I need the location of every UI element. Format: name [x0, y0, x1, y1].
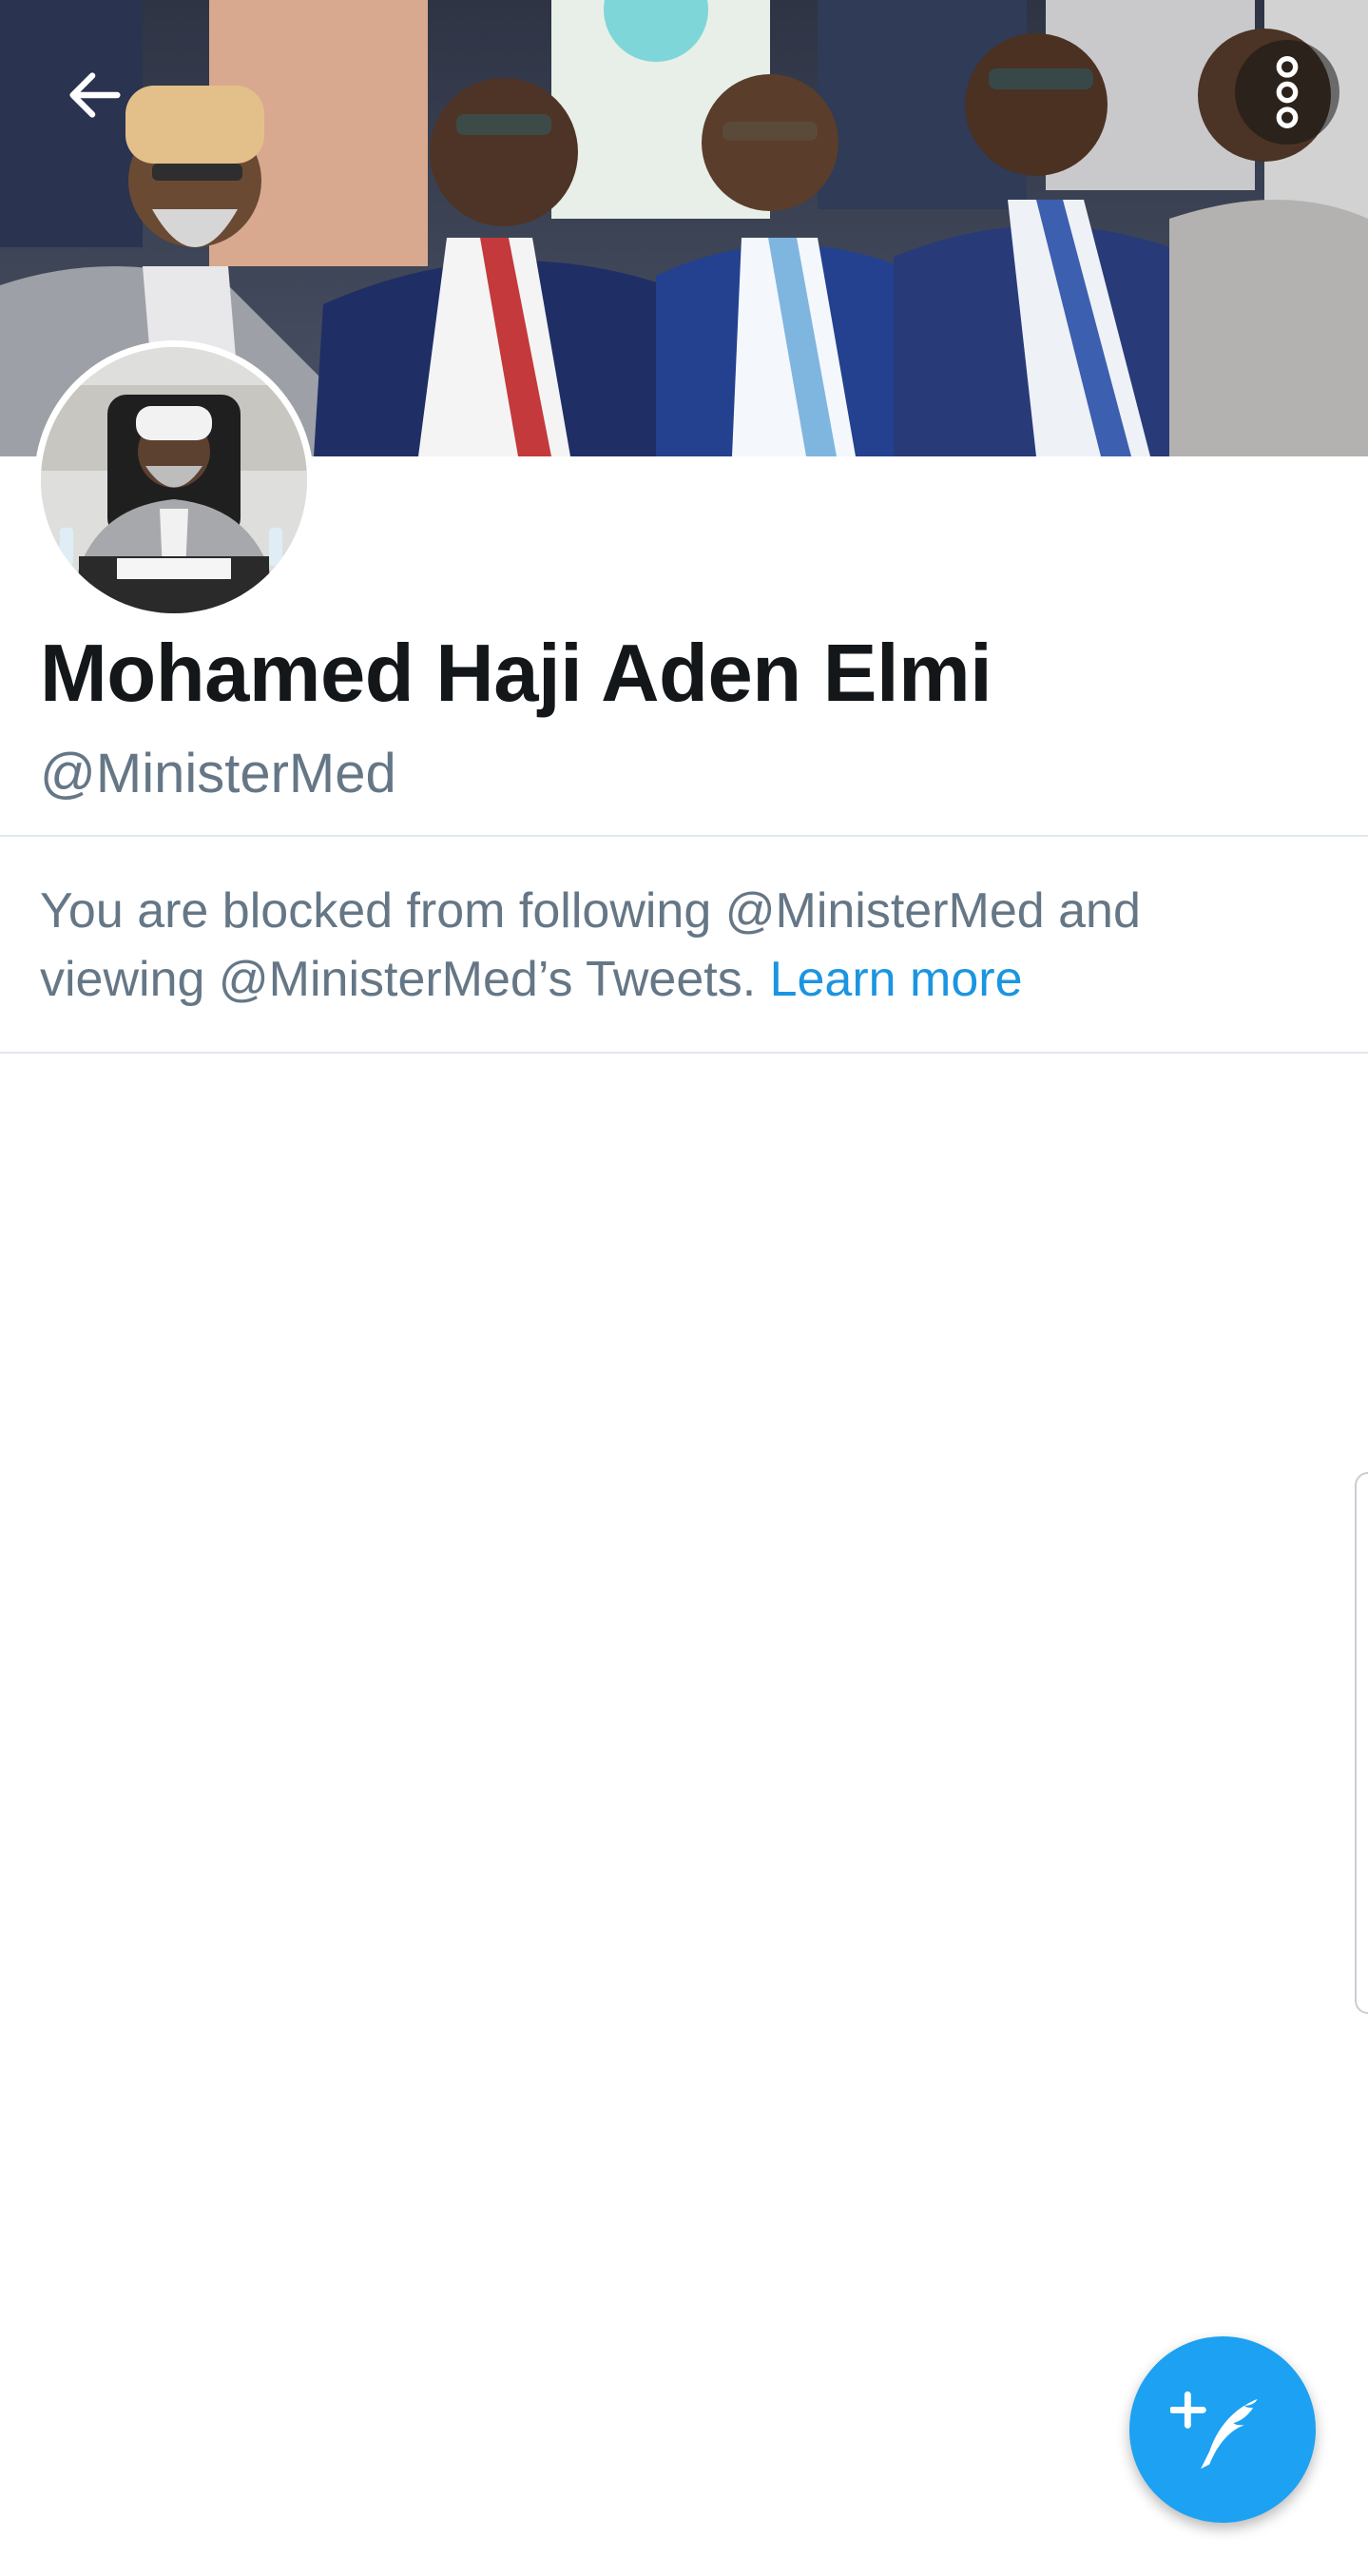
arrow-left-icon [69, 72, 121, 118]
profile-handle: @MinisterMed [40, 743, 396, 804]
learn-more-link[interactable]: Learn more [770, 952, 1023, 1007]
avatar-photo [41, 347, 307, 613]
scroll-indicator[interactable] [1355, 1472, 1368, 2014]
compose-tweet-icon [1170, 2391, 1258, 2469]
divider [0, 1052, 1368, 1054]
profile-display-name: Mohamed Haji Aden Elmi [40, 629, 992, 719]
more-vertical-icon [1276, 56, 1299, 128]
back-button[interactable] [49, 49, 141, 141]
compose-tweet-button[interactable] [1129, 2336, 1316, 2523]
divider [0, 835, 1368, 837]
more-options-button[interactable] [1235, 40, 1339, 145]
blocked-notice: You are blocked from following @Minister… [40, 877, 1304, 1014]
profile-avatar[interactable] [34, 340, 314, 620]
